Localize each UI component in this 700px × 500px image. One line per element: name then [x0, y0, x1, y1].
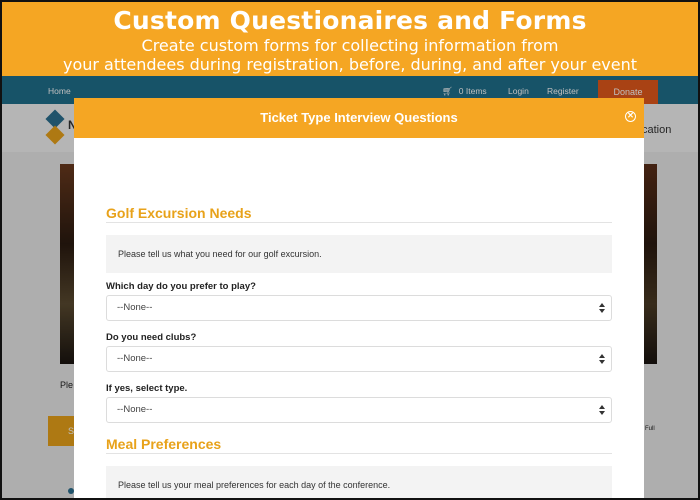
modal-title: Ticket Type Interview Questions [260, 110, 458, 125]
section-divider [106, 453, 612, 454]
clubs-select[interactable]: --None-- [106, 346, 612, 372]
section-divider [106, 222, 612, 223]
banner-subtitle-line1: Create custom forms for collecting infor… [141, 36, 559, 55]
play-day-select[interactable]: --None-- [106, 295, 612, 321]
screenshot-frame: Custom Questionaires and Forms Create cu… [0, 0, 700, 500]
banner-title: Custom Questionaires and Forms [113, 6, 587, 35]
promo-banner: Custom Questionaires and Forms Create cu… [2, 2, 698, 76]
section-info-golf: Please tell us what you need for our gol… [106, 235, 612, 273]
club-type-select-value: --None-- [117, 404, 153, 415]
question-label-clubs: Do you need clubs? [106, 332, 197, 343]
modal-header: Ticket Type Interview Questions ✕ [74, 98, 644, 138]
select-arrows-icon [599, 354, 605, 364]
clubs-select-value: --None-- [117, 353, 153, 364]
question-label-club-type: If yes, select type. [106, 383, 188, 394]
select-arrows-icon [599, 405, 605, 415]
ticket-questions-modal: Ticket Type Interview Questions ✕ Golf E… [74, 98, 644, 498]
question-label-play-day: Which day do you prefer to play? [106, 281, 256, 292]
section-title-golf: Golf Excursion Needs [106, 205, 252, 221]
close-icon[interactable]: ✕ [625, 111, 636, 122]
section-info-meals: Please tell us your meal preferences for… [106, 466, 612, 498]
club-type-select[interactable]: --None-- [106, 397, 612, 423]
select-arrows-icon [599, 303, 605, 313]
banner-subtitle-line2: your attendees during registration, befo… [62, 55, 638, 74]
play-day-select-value: --None-- [117, 302, 153, 313]
section-title-meals: Meal Preferences [106, 436, 222, 452]
